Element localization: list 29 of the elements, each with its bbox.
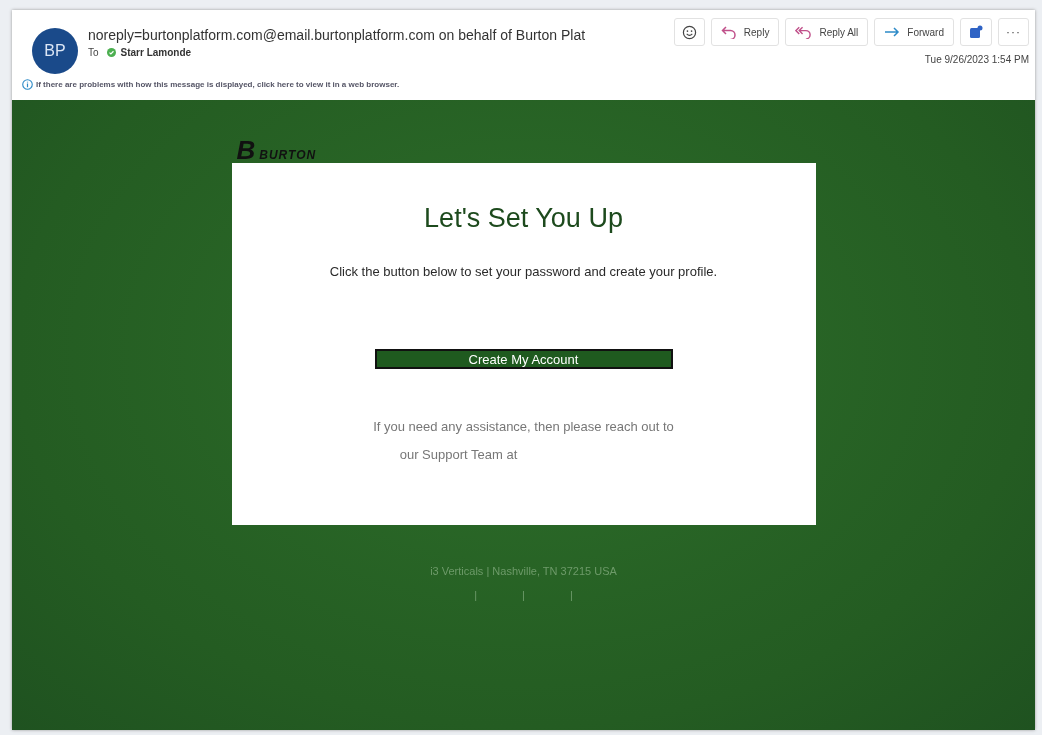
info-bar-text[interactable]: If there are problems with how this message is displayed, click here to view it in a web browser. [36,80,400,89]
footer-separator: | [474,589,478,601]
footer-separator: | [569,589,573,601]
info-icon [22,79,33,90]
email-title: Let's Set You Up [424,203,623,234]
intro-text: Click the button below to set your password and create your profile. [329,264,718,279]
assistance-text: If you need any assistance, then please reach out to [373,419,674,434]
more-button[interactable]: ··· [998,18,1029,46]
to-label: To [88,47,99,58]
reply-all-icon [795,25,813,39]
create-account-button[interactable]: Create My Account [374,349,673,369]
avatar: BP [32,28,78,74]
presence-icon [106,48,116,57]
message-date: Tue 9/26/2023 1:54 PM [924,54,1029,65]
emoji-button[interactable] [673,18,705,46]
forward-icon [884,26,901,38]
forward-button[interactable]: Forward [874,18,954,46]
recipient-name[interactable]: Starr Lamonde [120,47,192,58]
reply-button[interactable]: Reply [710,18,780,46]
reply-icon [720,25,737,39]
assistance-text: our Support Team at [399,447,518,462]
sender-name: noreply=burtonplatform.com@email.burtonplatform.com on behalf of Burton Plat [88,27,587,43]
logo: B BURTON [236,140,317,162]
reply-all-button[interactable]: Reply All [785,18,869,46]
smiley-icon [681,24,697,40]
teams-button[interactable] [960,18,992,46]
footer-separator: | [522,589,525,601]
chat-app-icon [968,24,984,40]
footer-address: i3 Verticals | Nashville, TN 37215 USA [430,565,617,577]
